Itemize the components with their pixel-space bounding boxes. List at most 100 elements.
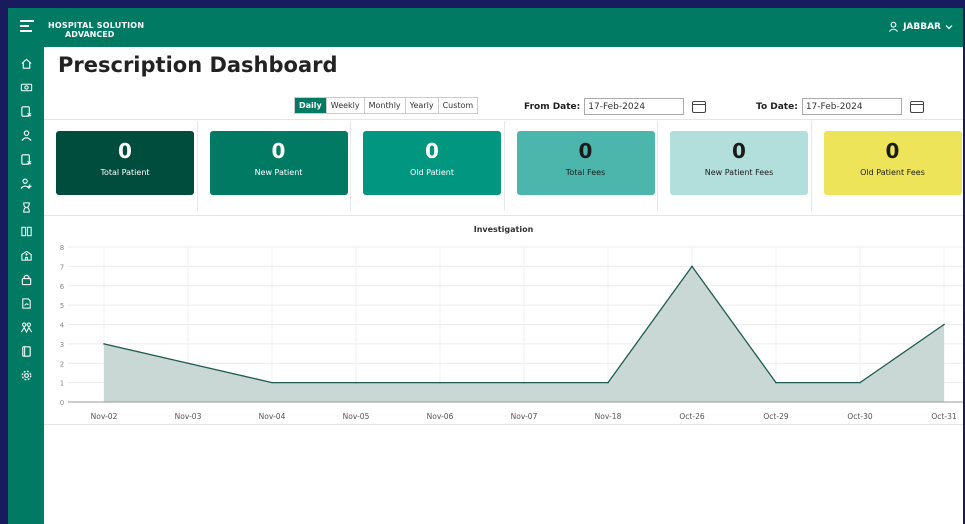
summary-card[interactable]: 0 New Patient Fees: [670, 131, 808, 195]
group-icon: [20, 322, 32, 333]
y-tick-label: 5: [60, 302, 64, 310]
prescription-icon: [20, 105, 31, 117]
y-tick-label: 7: [60, 263, 64, 271]
book-icon: [21, 345, 31, 357]
data-point: [439, 381, 441, 384]
to-date-input[interactable]: [801, 98, 902, 115]
card-value: 0: [425, 139, 439, 163]
hourglass-icon: [22, 201, 30, 213]
x-tick-label: Nov-18: [595, 412, 622, 421]
from-date-label: From Date:: [524, 101, 581, 112]
sidebar-item[interactable]: [8, 267, 44, 291]
sidebar-item[interactable]: [8, 123, 44, 147]
summary-card[interactable]: 0 New Patient: [209, 131, 348, 195]
data-point: [271, 381, 273, 384]
card-value: 0: [732, 139, 746, 163]
y-tick-label: 0: [60, 399, 64, 407]
sidebar-item[interactable]: [8, 171, 44, 195]
brand-line1: HOSPITAL SOLUTION: [48, 21, 145, 30]
card-label: Old Patient: [410, 168, 454, 177]
sidebar-item[interactable]: [8, 195, 44, 219]
card-value: 0: [578, 139, 593, 163]
period-tab-daily[interactable]: Daily: [295, 98, 327, 113]
summary-cards: 0 Total Patient 0 New Patient 0 Old Patient 0 T…: [44, 121, 963, 211]
settings-icon: [21, 370, 31, 380]
user-menu[interactable]: JABBAR: [888, 21, 953, 32]
top-bar: HOSPITAL SOLUTION ADVANCED JABBAR: [8, 8, 963, 47]
sidebar-item[interactable]: [8, 291, 44, 315]
card-label: Total Fees: [565, 168, 606, 177]
period-tab-custom[interactable]: Custom: [439, 98, 478, 113]
chevron-down-icon: [945, 24, 953, 29]
data-point: [355, 381, 357, 384]
period-tab-weekly[interactable]: Weekly: [327, 98, 365, 113]
data-point: [523, 381, 525, 384]
sidebar-item[interactable]: [8, 243, 44, 267]
calendar-icon[interactable]: [909, 100, 924, 113]
y-tick-label: 1: [60, 380, 64, 388]
sidebar-item[interactable]: [8, 51, 44, 75]
card-label: New Patient Fees: [704, 168, 774, 177]
sidebar-item[interactable]: [8, 99, 44, 123]
period-tabs: Daily Weekly Monthly Yearly Custom: [294, 97, 479, 114]
from-date-input[interactable]: [584, 98, 685, 115]
summary-card[interactable]: 0 Old Patient: [363, 131, 501, 195]
card-label: Total Patient: [100, 168, 150, 177]
y-tick-label: 3: [60, 341, 64, 349]
divider: [44, 119, 963, 120]
data-point: [859, 381, 861, 384]
refresh-doc-icon: [21, 297, 31, 309]
home-icon: [20, 58, 32, 69]
columns-icon: [20, 226, 32, 236]
main-content: Prescription Dashboard Daily Weekly Monthl…: [44, 47, 963, 524]
calendar-icon[interactable]: [692, 100, 707, 113]
summary-card[interactable]: 0 Old Patient Fees: [823, 131, 962, 195]
data-point: [691, 265, 693, 268]
summary-card-wrap: 0 Total Fees: [505, 121, 658, 211]
to-date-filter: To Date:: [756, 98, 924, 115]
y-tick-label: 2: [60, 360, 64, 368]
chart-svg: 0 1 2 3 4 5 6 7 8 Nov-02 Nov-03 Nov-04 Nov-05 Nov-06 N…: [60, 244, 963, 421]
prescription-alt-icon: [20, 153, 31, 165]
period-tab-yearly[interactable]: Yearly: [406, 98, 439, 113]
period-tab-monthly[interactable]: Monthly: [365, 98, 406, 113]
sidebar-item[interactable]: [8, 219, 44, 243]
x-tick-label: Nov-05: [343, 412, 370, 421]
lock-icon: [21, 274, 31, 285]
card-value: 0: [118, 139, 132, 163]
sidebar-item[interactable]: [8, 363, 44, 387]
sidebar-item[interactable]: [8, 147, 44, 171]
summary-card-wrap: 0 Old Patient: [351, 121, 505, 211]
x-tick-label: Oct-29: [763, 412, 788, 421]
investigation-chart: Investigation 0 1 2 3 4 5 6 7 8 Nov-02 Nov-03 Nov-0…: [44, 215, 963, 425]
summary-card-wrap: 0 New Patient Fees: [658, 121, 812, 211]
data-point: [775, 381, 777, 384]
user-icon: [889, 21, 899, 32]
x-tick-label: Oct-31: [931, 412, 956, 421]
hospital-icon: [20, 250, 32, 261]
summary-card-wrap: 0 New Patient: [198, 121, 351, 211]
y-tick-label: 8: [60, 244, 64, 252]
x-tick-label: Oct-26: [679, 412, 704, 421]
money-icon: [20, 83, 32, 91]
summary-card-wrap: 0 Total Patient: [44, 121, 198, 211]
user-add-icon: [20, 177, 32, 189]
page-title: Prescription Dashboard: [58, 53, 338, 77]
hamburger-menu-icon[interactable]: [20, 20, 34, 34]
data-point: [943, 323, 945, 326]
summary-card[interactable]: 0 Total Fees: [516, 131, 655, 195]
summary-card[interactable]: 0 Total Patient: [56, 131, 194, 195]
sidebar-item[interactable]: [8, 339, 44, 363]
to-date-label: To Date:: [756, 101, 798, 112]
brand-line2: ADVANCED: [65, 30, 115, 39]
sidebar-item[interactable]: [8, 75, 44, 99]
card-label: Old Patient Fees: [860, 168, 925, 177]
app-frame: HOSPITAL SOLUTION ADVANCED JABBAR Prescr…: [8, 8, 963, 524]
x-tick-label: Oct-30: [847, 412, 872, 421]
from-date-filter: From Date:: [524, 98, 707, 115]
y-tick-label: 4: [60, 322, 65, 330]
sidebar-item[interactable]: [8, 315, 44, 339]
sidebar: [8, 47, 44, 524]
x-tick-label: Nov-07: [511, 412, 538, 421]
data-point: [103, 343, 105, 345]
